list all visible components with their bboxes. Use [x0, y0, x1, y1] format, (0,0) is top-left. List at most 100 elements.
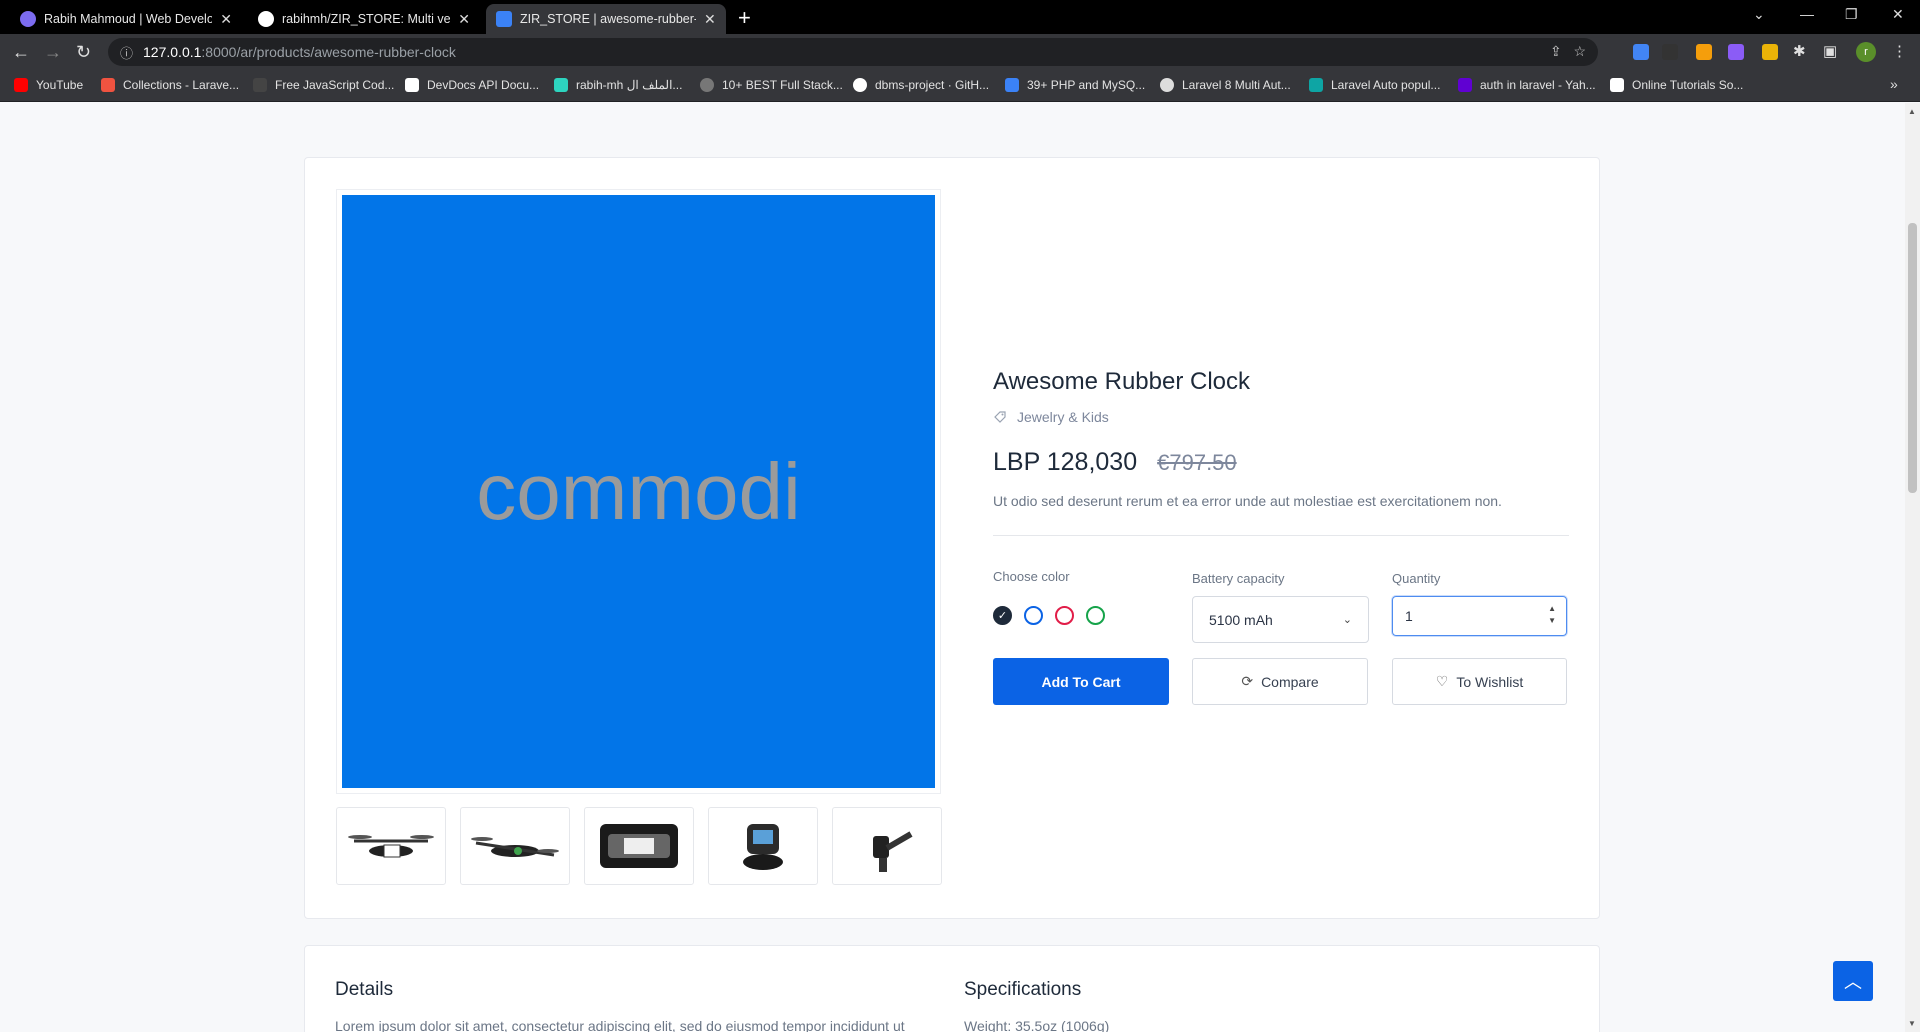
- thumbnail-strip: [336, 807, 942, 885]
- close-tab-icon[interactable]: ✕: [220, 11, 232, 28]
- bookmark-label: 39+ PHP and MySQ...: [1027, 78, 1146, 92]
- quantity-input[interactable]: 1 ▲ ▼: [1392, 596, 1567, 636]
- tab-search-icon[interactable]: ⌄: [1753, 6, 1765, 23]
- gimbal-icon: [873, 831, 913, 872]
- thumbnail-drone-2[interactable]: [460, 807, 570, 885]
- menu-kebab-icon[interactable]: ⋮: [1892, 42, 1907, 60]
- bookmark-item[interactable]: rabih-mh الملف ال...: [554, 78, 682, 92]
- thumbnail-case[interactable]: [584, 807, 694, 885]
- scroll-up-icon[interactable]: ▲: [1908, 107, 1916, 116]
- browser-tab-2[interactable]: rabihmh/ZIR_STORE: Multi vendo ✕: [248, 4, 480, 34]
- site-icon: [1309, 78, 1323, 92]
- current-price: LBP 128,030: [993, 448, 1138, 476]
- bookmark-item[interactable]: DevDocs API Docu...: [405, 78, 539, 92]
- browser-toolbar: ← → ↻ ⓘ 127.0.0.1 :8000/ar/products/awes…: [0, 34, 1920, 70]
- thumbnail-gimbal[interactable]: [832, 807, 942, 885]
- bookmark-item[interactable]: 39+ PHP and MySQ...: [1005, 78, 1145, 92]
- extension-icon[interactable]: [1728, 44, 1744, 60]
- details-card: Details Lorem ipsum dolor sit amet, cons…: [304, 945, 1600, 1032]
- browser-tab-3-active[interactable]: ZIR_STORE | awesome-rubber-clo ✕: [486, 4, 726, 34]
- bookmark-item[interactable]: Laravel 8 Multi Aut...: [1160, 78, 1291, 92]
- bookmark-item[interactable]: Free JavaScript Cod...: [253, 78, 394, 92]
- color-swatch-red[interactable]: [1055, 606, 1074, 625]
- site-favicon-icon: [496, 11, 512, 27]
- extension-icon[interactable]: [1696, 44, 1712, 60]
- color-swatch-green[interactable]: [1086, 606, 1105, 625]
- bookmark-item[interactable]: YouTube: [14, 78, 83, 92]
- tab-title: ZIR_STORE | awesome-rubber-clo: [520, 12, 696, 26]
- back-to-top-button[interactable]: ︿: [1833, 961, 1873, 1001]
- forward-icon[interactable]: →: [44, 42, 62, 63]
- color-label: Choose color: [993, 569, 1070, 584]
- battery-value: 5100 mAh: [1209, 611, 1273, 628]
- page-scrollbar[interactable]: ▲ ▼: [1905, 103, 1920, 1032]
- wishlist-button[interactable]: ♡ To Wishlist: [1392, 658, 1567, 705]
- color-swatches: ✓: [993, 606, 1105, 625]
- bookmark-item[interactable]: dbms-project · GitH...: [853, 78, 989, 92]
- battery-select[interactable]: 5100 mAh ⌄: [1192, 596, 1369, 643]
- camera-icon: [743, 824, 783, 870]
- bookmark-label: dbms-project · GitH...: [875, 78, 990, 92]
- bookmark-label: Laravel 8 Multi Aut...: [1182, 78, 1291, 92]
- bookmark-item[interactable]: 10+ BEST Full Stack...: [700, 78, 843, 92]
- product-card: commodi Awesome Rubber Clock Jewelry & K…: [304, 157, 1600, 919]
- bookmark-item[interactable]: Online Tutorials So...: [1610, 78, 1743, 92]
- close-window-icon[interactable]: ✕: [1892, 6, 1904, 23]
- back-icon[interactable]: ←: [12, 42, 30, 63]
- bookmark-item[interactable]: auth in laravel - Yah...: [1458, 78, 1596, 92]
- bookmark-label: Laravel Auto popul...: [1331, 78, 1441, 92]
- bookmark-item[interactable]: Laravel Auto popul...: [1309, 78, 1440, 92]
- bookmark-label: Online Tutorials So...: [1632, 78, 1744, 92]
- more-bookmarks-icon[interactable]: »: [1890, 76, 1898, 92]
- minimize-icon[interactable]: —: [1800, 6, 1814, 22]
- scroll-down-icon[interactable]: ▼: [1908, 1019, 1916, 1028]
- site-icon: [700, 78, 714, 92]
- bookmark-item[interactable]: Collections - Larave...: [101, 78, 239, 92]
- browser-tab-bar: Rabih Mahmoud | Web Develope ✕ rabihmh/Z…: [0, 0, 1920, 34]
- old-price: €797.50: [1157, 450, 1237, 475]
- translate-extension-icon[interactable]: [1633, 44, 1649, 60]
- scroll-thumb[interactable]: [1908, 223, 1917, 493]
- product-title: Awesome Rubber Clock: [993, 368, 1251, 395]
- color-swatch-dark-selected[interactable]: ✓: [993, 606, 1012, 625]
- site-info-icon[interactable]: ⓘ: [120, 43, 133, 62]
- image-placeholder-text: commodi: [476, 446, 801, 536]
- color-swatch-blue[interactable]: [1024, 606, 1043, 625]
- bookmark-label: auth in laravel - Yah...: [1480, 78, 1596, 92]
- details-heading: Details: [335, 979, 394, 1000]
- product-category[interactable]: Jewelry & Kids: [993, 409, 1109, 425]
- share-and-bookmark-icons[interactable]: ⇪ ☆: [1550, 43, 1586, 60]
- yahoo-icon: [1458, 78, 1472, 92]
- battery-label: Battery capacity: [1192, 571, 1285, 586]
- site-icon: [1005, 78, 1019, 92]
- quantity-stepper-icon[interactable]: ▲ ▼: [1548, 603, 1556, 627]
- browser-tab-1[interactable]: Rabih Mahmoud | Web Develope ✕: [10, 4, 242, 34]
- compare-button[interactable]: ⟳ Compare: [1192, 658, 1368, 705]
- thumbnail-drone-1[interactable]: [336, 807, 446, 885]
- youtube-icon: [14, 78, 28, 92]
- extension-icon[interactable]: [1762, 44, 1778, 60]
- url-path: :8000/ar/products/awesome-rubber-clock: [201, 44, 456, 60]
- site-icon: [1610, 78, 1624, 92]
- profile-avatar[interactable]: r: [1856, 42, 1876, 62]
- refresh-icon: ⟳: [1241, 673, 1254, 689]
- bookmark-label: 10+ BEST Full Stack...: [722, 78, 843, 92]
- reload-icon[interactable]: ↻: [76, 42, 91, 63]
- product-main-image[interactable]: commodi: [342, 195, 935, 788]
- tab-title: rabihmh/ZIR_STORE: Multi vendo: [282, 12, 451, 26]
- drone-icon: [471, 837, 559, 857]
- close-tab-icon[interactable]: ✕: [704, 11, 716, 28]
- restore-icon[interactable]: ❐: [1845, 6, 1858, 23]
- extensions-puzzle-icon[interactable]: ✱: [1793, 42, 1806, 60]
- close-tab-icon[interactable]: ✕: [458, 11, 470, 28]
- divider: [993, 535, 1569, 536]
- thumbnail-camera[interactable]: [708, 807, 818, 885]
- side-panel-icon[interactable]: ▣: [1823, 42, 1837, 60]
- devdocs-icon: [405, 78, 419, 92]
- extension-icon[interactable]: [1662, 44, 1678, 60]
- product-description: Ut odio sed deserunt rerum et ea error u…: [993, 493, 1502, 509]
- new-tab-icon[interactable]: +: [738, 5, 751, 31]
- add-to-cart-button[interactable]: Add To Cart: [993, 658, 1169, 705]
- quantity-value: 1: [1405, 608, 1413, 624]
- address-bar[interactable]: ⓘ 127.0.0.1 :8000/ar/products/awesome-ru…: [108, 38, 1598, 66]
